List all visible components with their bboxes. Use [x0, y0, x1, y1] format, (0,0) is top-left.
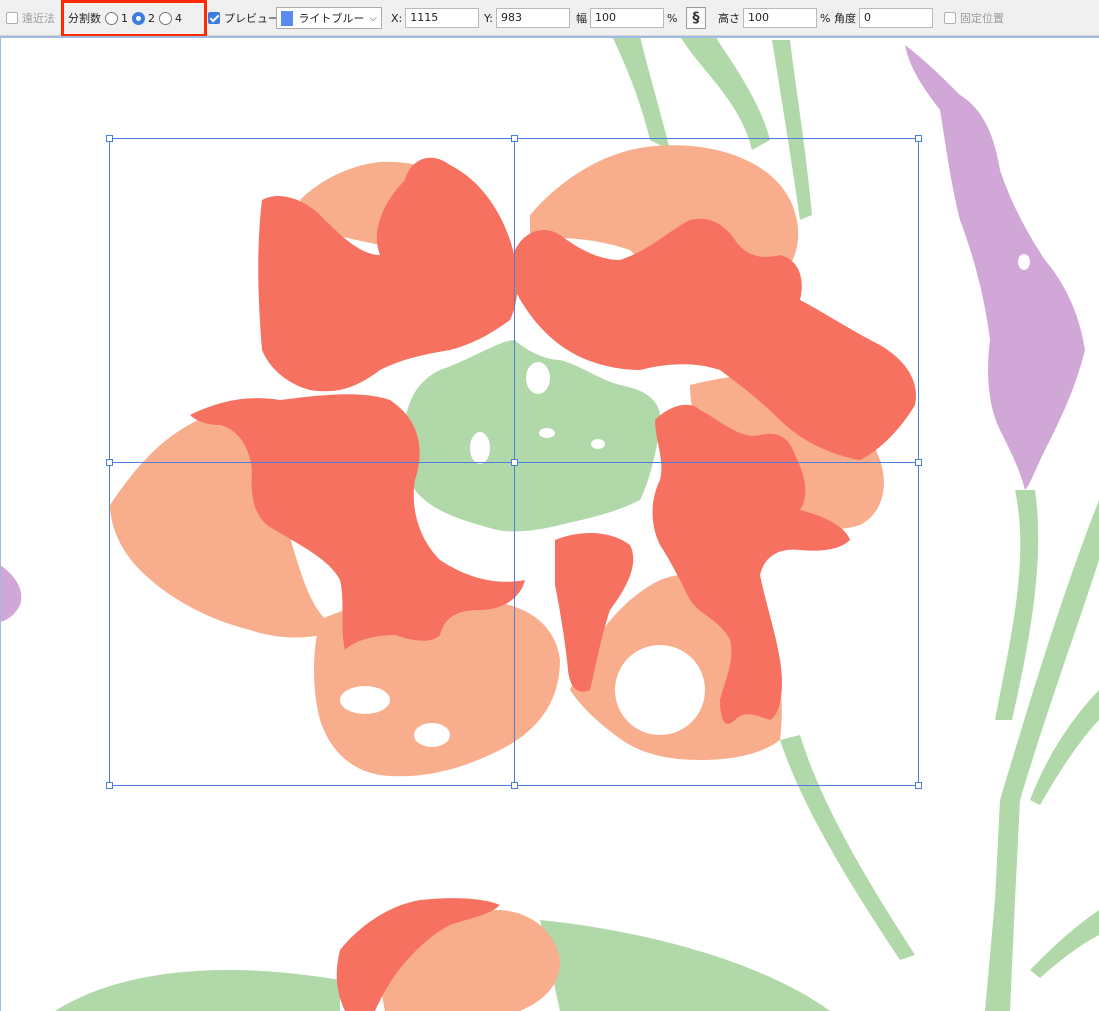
- color-select[interactable]: ライトブルー ⌵: [276, 7, 382, 29]
- hole-4: [526, 362, 550, 394]
- lavender-left: [0, 565, 22, 622]
- perspective-checkbox[interactable]: [6, 12, 18, 24]
- fixed-position-checkbox[interactable]: [944, 12, 956, 24]
- canvas-top-border: [0, 36, 1099, 38]
- fixed-position-option[interactable]: 固定位置: [944, 0, 1004, 36]
- perspective-label: 遠近法: [22, 12, 55, 25]
- handle-tl[interactable]: [106, 135, 113, 142]
- lavender-right: [905, 45, 1085, 490]
- preview-checkbox[interactable]: [208, 12, 220, 24]
- link-chain-icon[interactable]: §: [686, 7, 706, 29]
- stem-far-right-4: [1030, 910, 1099, 978]
- perspective-option[interactable]: 遠近法: [6, 0, 55, 36]
- handle-bc[interactable]: [511, 782, 518, 789]
- y-label: Y:: [484, 11, 493, 25]
- width-label: 幅: [576, 12, 587, 25]
- color-select-wrap: ライトブルー ⌵: [276, 0, 382, 36]
- stem-far-right-1: [995, 490, 1039, 720]
- artwork-svg: [0, 36, 1099, 1011]
- handle-tr[interactable]: [915, 135, 922, 142]
- fixed-position-label: 固定位置: [960, 12, 1004, 25]
- hole-6: [591, 439, 605, 449]
- stem-lower-right: [780, 735, 915, 960]
- hole-1: [340, 686, 390, 714]
- y-input[interactable]: 983: [495, 8, 570, 28]
- stem-top: [612, 36, 670, 150]
- divisions-highlight-box: [61, 0, 207, 37]
- handle-br[interactable]: [915, 782, 922, 789]
- width-input[interactable]: 100: [590, 8, 664, 28]
- chevron-down-icon: ⌵: [369, 12, 377, 24]
- preview-option[interactable]: プレビュー: [208, 0, 279, 36]
- y-group: Y: 983: [484, 0, 570, 36]
- x-input[interactable]: 1115: [405, 8, 480, 28]
- stem-top-right: [680, 36, 770, 150]
- height-label: 高さ: [718, 12, 740, 25]
- x-label: X:: [391, 11, 403, 25]
- hole-2: [414, 723, 450, 747]
- leaf-bottom-left: [55, 970, 340, 1011]
- handle-bl[interactable]: [106, 782, 113, 789]
- hole-7: [615, 645, 705, 735]
- canvas-left-border: [0, 36, 1, 1011]
- angle-label: 角度: [834, 12, 856, 25]
- handle-tc[interactable]: [511, 135, 518, 142]
- hole-8: [1018, 254, 1030, 270]
- width-unit: %: [667, 11, 678, 25]
- toolbar: 遠近法 分割数 1 2 4 プレビュー ライトブルー ⌵ X: 1115 Y: …: [0, 0, 1099, 37]
- leaf-bottom-right: [540, 920, 830, 1011]
- height-unit: %: [820, 11, 831, 25]
- preview-label: プレビュー: [224, 12, 279, 25]
- height-group: 高さ 100 %: [718, 0, 830, 36]
- handle-ml[interactable]: [106, 459, 113, 466]
- hole-5: [539, 428, 555, 438]
- handle-center[interactable]: [511, 459, 518, 466]
- x-group: X: 1115: [391, 0, 480, 36]
- width-group: 幅 100 %: [576, 0, 677, 36]
- color-select-value: ライトブルー: [298, 12, 365, 25]
- canvas[interactable]: [0, 36, 1099, 1011]
- angle-input[interactable]: 0: [859, 8, 933, 28]
- hole-3: [470, 432, 490, 464]
- angle-group: 角度 0: [834, 0, 933, 36]
- color-swatch: [281, 10, 294, 26]
- link-button-wrap: §: [686, 0, 706, 36]
- handle-mr[interactable]: [915, 459, 922, 466]
- height-input[interactable]: 100: [743, 8, 817, 28]
